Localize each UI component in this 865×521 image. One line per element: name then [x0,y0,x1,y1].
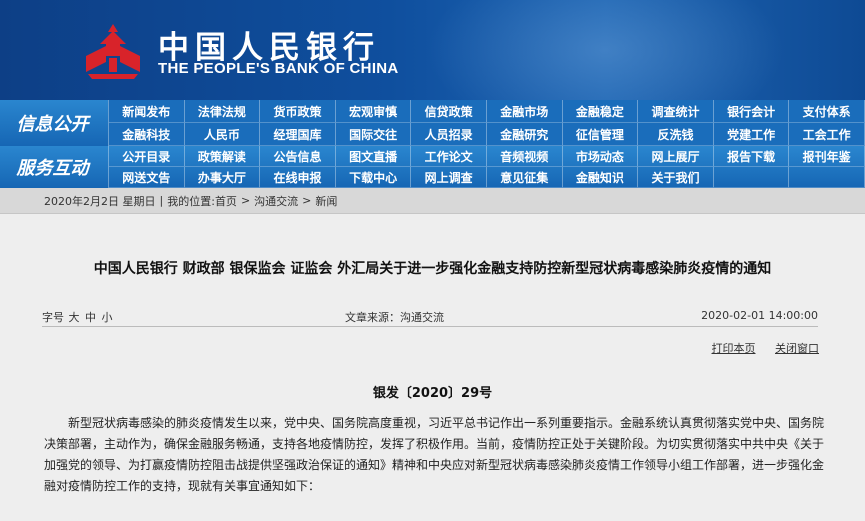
nav-link[interactable]: 经理国库 [260,123,336,146]
nav-link[interactable]: 法律法规 [184,100,261,123]
breadcrumb-divider: | [159,194,164,207]
nav-link[interactable]: 工会工作 [789,123,865,146]
article-paragraph: 新型冠状病毒感染的肺炎疫情发生以来，党中央、国务院高度重视，习近平总书记作出一系… [44,416,825,493]
banner-glow [425,0,785,100]
nav-link[interactable]: 意见征集 [486,167,563,188]
breadcrumb-chevron-icon: > [240,194,251,207]
nav-link[interactable]: 信贷政策 [411,100,487,123]
breadcrumb-date: 2020年2月2日 星期日 [44,194,156,208]
nav-link[interactable]: 办事大厅 [184,167,261,188]
nav-grid-info: 新闻发布 法律法规 货币政策 宏观审慎 信贷政策 金融市场 金融稳定 调查统计 … [108,100,865,146]
nav-link[interactable]: 报告下载 [713,146,790,167]
breadcrumb-location-label: 我的位置: [167,194,215,208]
nav-link[interactable]: 图文直播 [335,146,412,167]
nav-link[interactable]: 金融科技 [109,123,185,146]
nav-link[interactable]: 市场动态 [562,146,639,167]
breadcrumb-home[interactable]: 首页 [215,193,237,209]
nav-link[interactable]: 新闻发布 [109,100,185,123]
nav-link-empty [713,167,790,188]
nav-link[interactable]: 金融市场 [486,100,563,123]
nav-link[interactable]: 在线申报 [260,167,336,188]
breadcrumb-section[interactable]: 沟通交流 [254,193,298,209]
nav-link[interactable]: 报刊年鉴 [789,146,865,167]
nav-link-empty [789,167,865,188]
font-size-large-button[interactable]: 大 [69,311,80,324]
nav-link[interactable]: 调查统计 [638,100,714,123]
article-actions: 打印本页 关闭窗口 [696,340,820,356]
nav-link[interactable]: 网上展厅 [638,146,714,167]
nav-link[interactable]: 工作论文 [411,146,487,167]
print-page-link[interactable]: 打印本页 [712,342,756,355]
nav-link[interactable]: 下载中心 [335,167,412,188]
nav-link[interactable]: 金融稳定 [562,100,639,123]
close-window-link[interactable]: 关闭窗口 [775,342,819,355]
nav-link[interactable]: 征信管理 [562,123,639,146]
nav-grid-service: 公开目录 政策解读 公告信息 图文直播 工作论文 音频视频 市场动态 网上展厅 … [108,146,865,188]
breadcrumb-chevron-icon: > [302,194,312,207]
article-title: 中国人民银行 财政部 银保监会 证监会 外汇局关于进一步强化金融支持防控新型冠状… [93,261,772,277]
nav-link[interactable]: 人员招录 [411,123,487,146]
nav-link[interactable]: 宏观审慎 [335,100,412,123]
nav-link[interactable]: 党建工作 [713,123,790,146]
article-datetime: 2020-02-01 14:00:00 [701,309,818,322]
nav-link[interactable]: 人民币 [184,123,261,146]
font-size-switcher: 字号 大 中 小 [42,309,114,325]
nav-link[interactable]: 货币政策 [260,100,336,123]
nav-link[interactable]: 网送文告 [109,167,185,188]
nav-section-service: 服务互动 公开目录 政策解读 公告信息 图文直播 工作论文 音频视频 市场动态 … [0,146,865,188]
nav-link[interactable]: 音频视频 [486,146,563,167]
nav-link[interactable]: 金融研究 [486,123,563,146]
nav-section-info: 信息公开 新闻发布 法律法规 货币政策 宏观审慎 信贷政策 金融市场 金融稳定 … [0,100,865,146]
article-source: 文章来源：沟通交流 [345,311,444,324]
bank-name-en: THE PEOPLE'S BANK OF CHINA [158,60,399,77]
site-header: 中国人民银行 THE PEOPLE'S BANK OF CHINA [0,0,865,100]
nav-link[interactable]: 金融知识 [562,167,639,188]
nav-link[interactable]: 政策解读 [184,146,261,167]
document-number: 银发〔2020〕29号 [372,386,493,401]
nav-link[interactable]: 公告信息 [260,146,336,167]
nav-link[interactable]: 网上调查 [411,167,487,188]
breadcrumb-current[interactable]: 新闻 [315,193,337,209]
nav-link[interactable]: 国际交往 [335,123,412,146]
nav-link[interactable]: 支付体系 [789,100,865,123]
article: 中国人民银行 财政部 银保监会 证监会 外汇局关于进一步强化金融支持防控新型冠状… [0,222,865,521]
font-size-medium-button[interactable]: 中 [85,311,96,324]
nav-link[interactable]: 反洗钱 [638,123,714,146]
font-size-label: 字号 [42,311,64,324]
nav-link[interactable]: 关于我们 [638,167,714,188]
nav-section-info-label: 信息公开 [16,114,89,135]
nav-link[interactable]: 公开目录 [109,146,185,167]
pboc-logo-icon[interactable] [82,22,144,80]
breadcrumb: 2020年2月2日 星期日 | 我的位置: 首页 > 沟通交流 > 新闻 [0,188,865,214]
nav-section-service-label: 服务互动 [16,158,89,179]
nav-link[interactable]: 银行会计 [713,100,790,123]
font-size-small-button[interactable]: 小 [102,311,113,324]
meta-divider [42,326,818,327]
